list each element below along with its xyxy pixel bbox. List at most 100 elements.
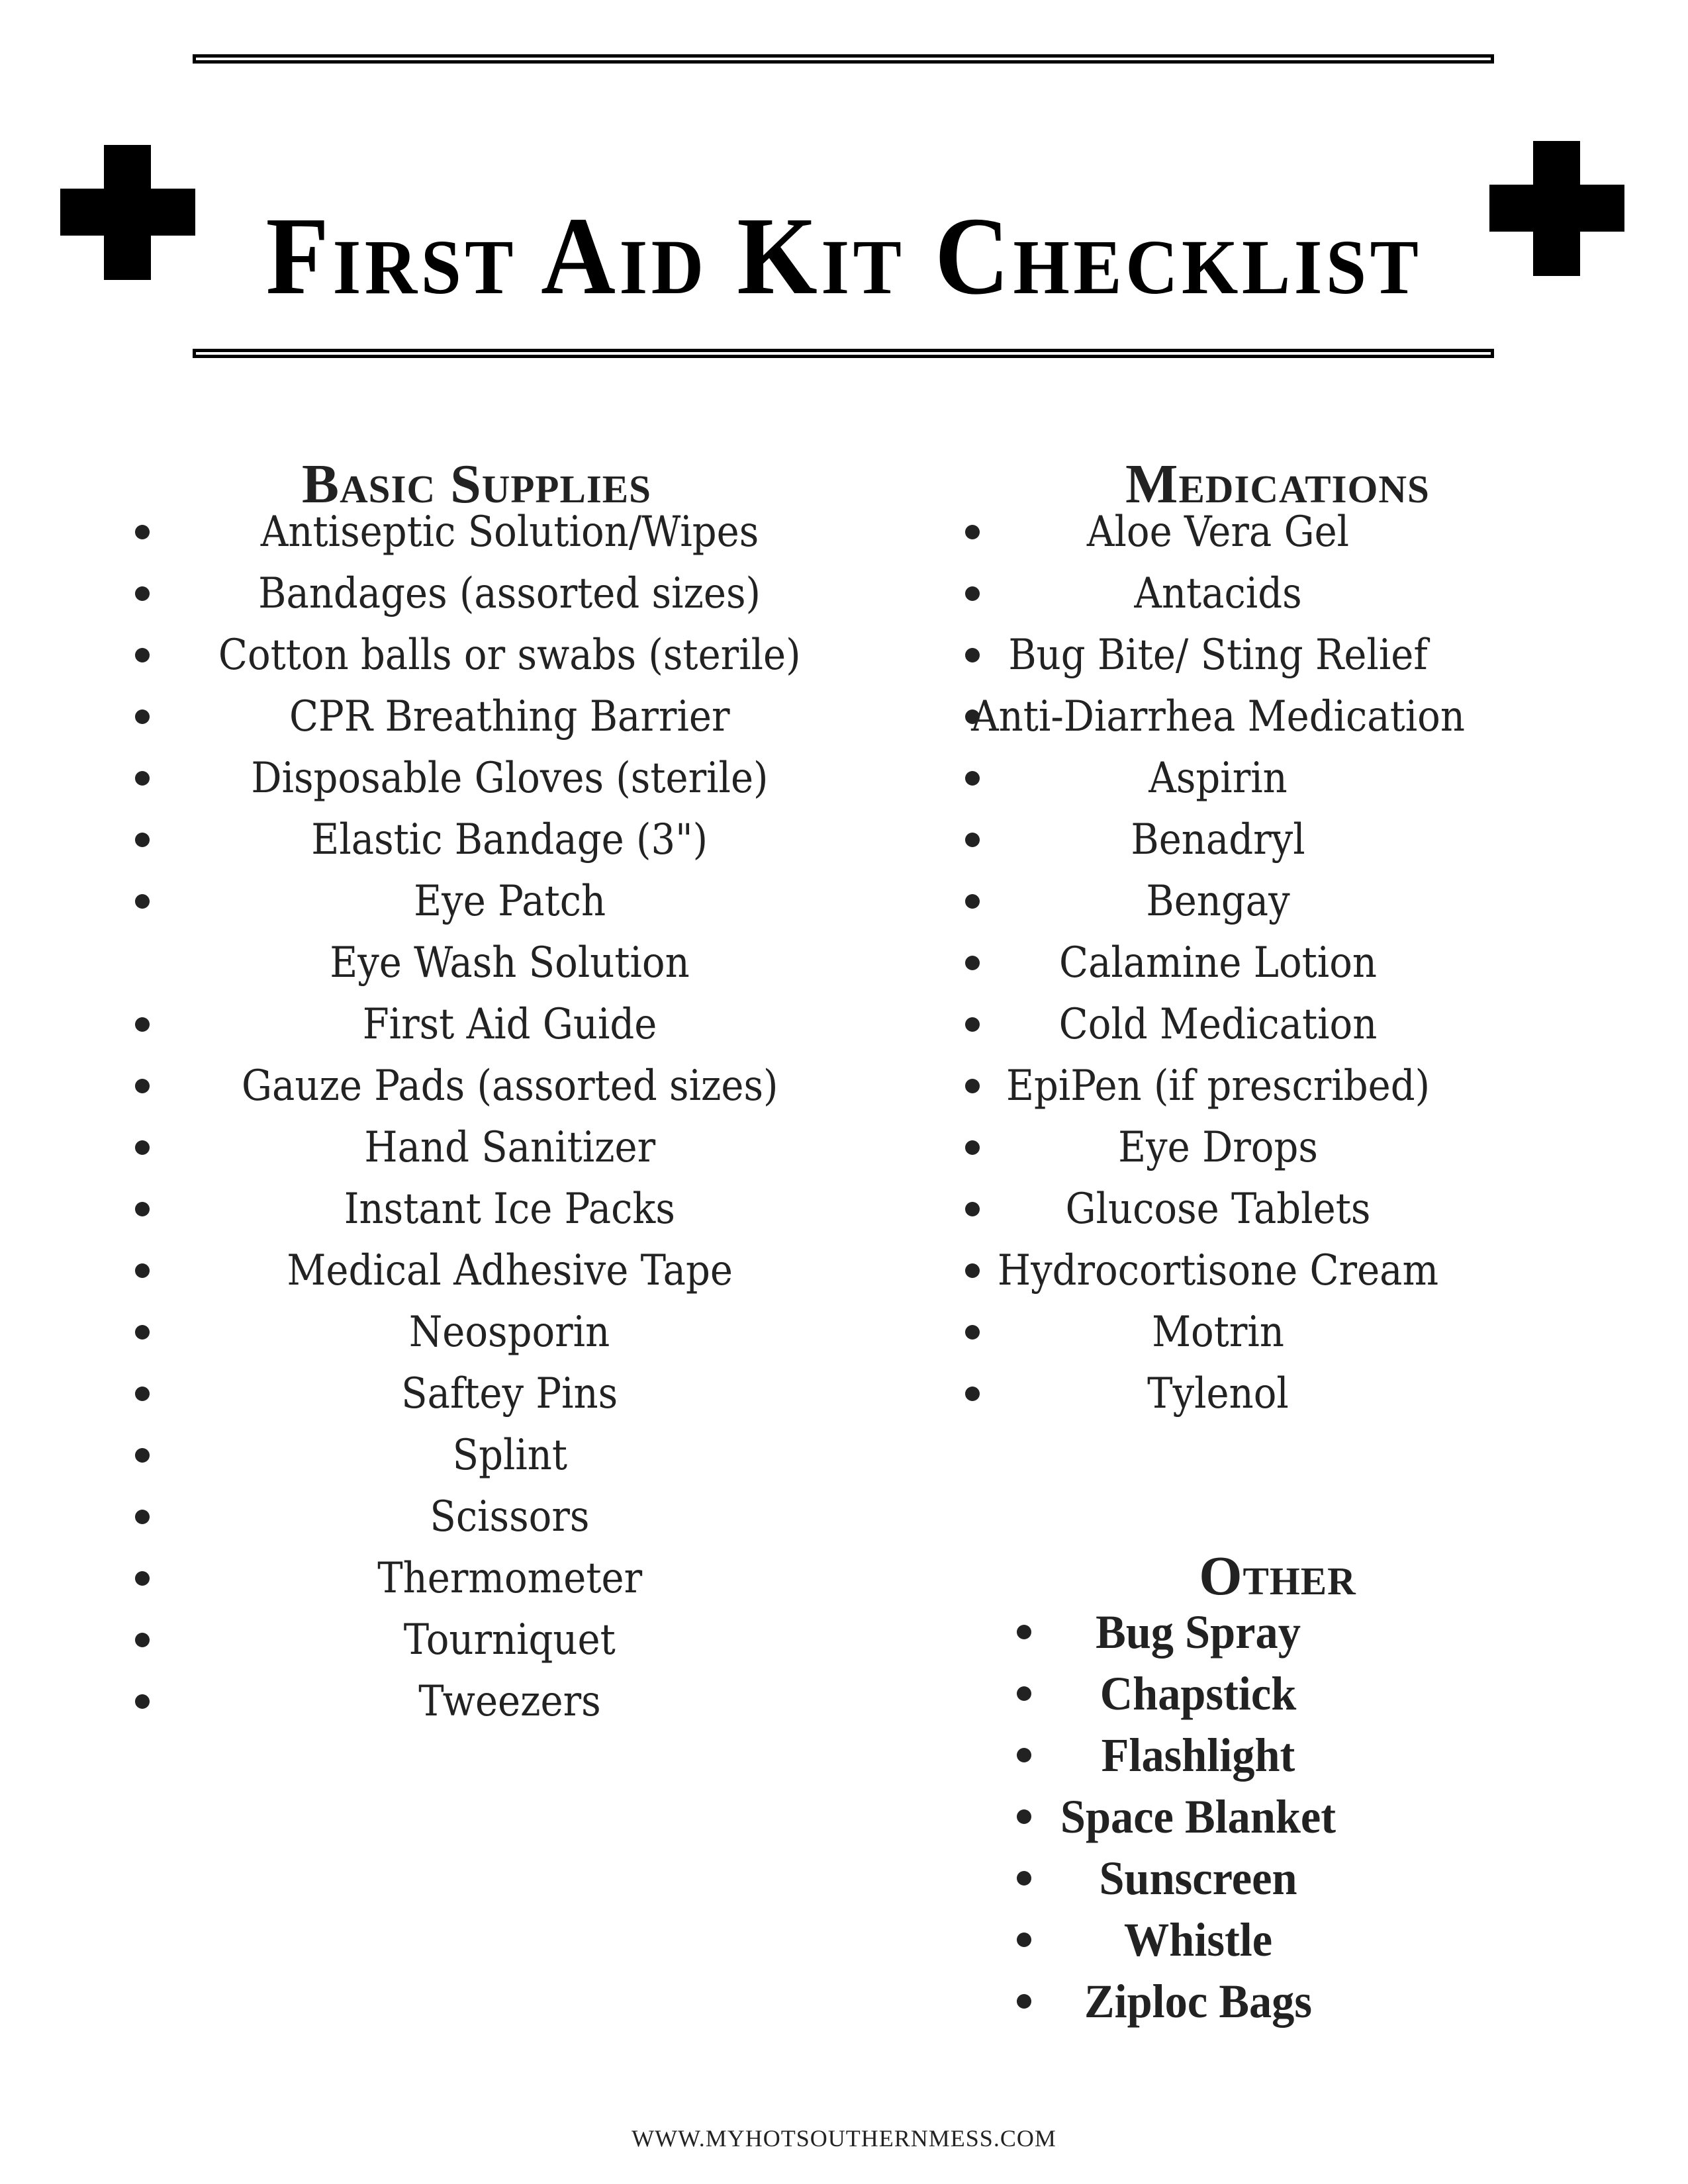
- list-item-label: Saftey Pins: [401, 1369, 618, 1418]
- bullet-icon: [135, 1571, 150, 1586]
- list-item: Calamine Lotion: [940, 933, 1688, 994]
- medications-list: Aloe Vera Gel Antacids Bug Bite/ Sting Rel…: [940, 502, 1688, 1425]
- list-item: EpiPen (if prescribed): [940, 1056, 1688, 1117]
- list-item: Sunscreen: [980, 1848, 1688, 1909]
- list-item: Whistle: [980, 1909, 1688, 1971]
- list-item-label: CPR Breathing Barrier: [289, 692, 730, 741]
- list-item-label: Eye Wash Solution: [330, 938, 690, 987]
- list-item-label: Scissors: [430, 1492, 590, 1541]
- list-item-label: Sunscreen: [1099, 1852, 1297, 1905]
- list-item: Tourniquet: [113, 1610, 907, 1671]
- bullet-icon: [135, 709, 150, 724]
- list-item-label: Gauze Pads (assorted sizes): [241, 1062, 778, 1111]
- list-item-label: Tweezers: [418, 1677, 601, 1726]
- list-item: Antacids: [940, 563, 1688, 625]
- list-item-label: Aloe Vera Gel: [1086, 508, 1350, 557]
- list-item-label: Chapstick: [1100, 1667, 1297, 1720]
- list-item-label: First Aid Guide: [362, 1000, 657, 1049]
- list-item: Tweezers: [113, 1671, 907, 1733]
- bullet-icon: [135, 1263, 150, 1278]
- list-item-label: Anti-Diarrhea Medication: [971, 692, 1465, 741]
- bullet-icon: [135, 586, 150, 601]
- list-item: Glucose Tablets: [940, 1179, 1688, 1240]
- bullet-icon: [135, 1017, 150, 1032]
- list-item-label: Glucose Tablets: [1065, 1185, 1371, 1234]
- list-item: Medical Adhesive Tape: [113, 1240, 907, 1302]
- bullet-icon: [135, 1633, 150, 1647]
- list-item-label: Calamine Lotion: [1059, 938, 1377, 987]
- list-item: Bengay: [940, 871, 1688, 933]
- list-item-label: Whistle: [1123, 1913, 1273, 1966]
- list-item-label: Antiseptic Solution/Wipes: [260, 508, 759, 557]
- list-item-label: Ziploc Bags: [1084, 1975, 1312, 2028]
- section-heading-other: Other: [1199, 1545, 1356, 1607]
- bottom-double-rule: [193, 349, 1494, 358]
- list-item-label: Neosporin: [409, 1308, 610, 1357]
- cross-icon: [60, 145, 195, 280]
- list-item: Eye Drops: [940, 1117, 1688, 1179]
- list-item: Eye Patch: [113, 871, 907, 933]
- list-item: Cotton balls or swabs (sterile): [113, 625, 907, 686]
- list-item-label: Elastic Bandage (3"): [311, 815, 708, 864]
- list-item: CPR Breathing Barrier: [113, 686, 907, 748]
- bullet-icon: [135, 771, 150, 786]
- other-list: Bug Spray Chapstick Flashlight Space Blanke…: [980, 1602, 1688, 2032]
- bullet-icon: [135, 1079, 150, 1093]
- basic-supplies-list: Antiseptic Solution/Wipes Bandages (assor…: [113, 502, 907, 1733]
- list-item: Thermometer: [113, 1548, 907, 1610]
- list-item: Tylenol: [940, 1363, 1688, 1425]
- page-title: First Aid Kit Checklist: [265, 194, 1423, 318]
- list-item: Bandages (assorted sizes): [113, 563, 907, 625]
- bullet-icon: [135, 1202, 150, 1216]
- cross-icon: [1489, 141, 1624, 276]
- list-item-label: Hydrocortisone Cream: [997, 1246, 1439, 1295]
- list-item: Saftey Pins: [113, 1363, 907, 1425]
- list-item-label: Eye Drops: [1118, 1123, 1318, 1172]
- list-item: Bug Bite/ Sting Relief: [940, 625, 1688, 686]
- list-item-label: Medical Adhesive Tape: [287, 1246, 733, 1295]
- list-item-label: Thermometer: [377, 1554, 642, 1603]
- list-item: Hand Sanitizer: [113, 1117, 907, 1179]
- list-item-label: Antacids: [1134, 569, 1302, 618]
- list-item-label: Eye Patch: [414, 877, 606, 926]
- list-item-label: Tourniquet: [404, 1615, 616, 1664]
- bullet-icon: [135, 1387, 150, 1401]
- list-item: Elastic Bandage (3"): [113, 809, 907, 871]
- bullet-icon: [135, 1694, 150, 1709]
- list-item: Hydrocortisone Cream: [940, 1240, 1688, 1302]
- list-item-label: Cotton balls or swabs (sterile): [218, 631, 801, 680]
- list-item: Neosporin: [113, 1302, 907, 1363]
- list-item-label: Motrin: [1152, 1308, 1284, 1357]
- list-item-label: Bug Spray: [1096, 1606, 1301, 1659]
- list-item-label: Bug Bite/ Sting Relief: [1008, 631, 1428, 680]
- top-double-rule: [193, 54, 1494, 64]
- list-item: Motrin: [940, 1302, 1688, 1363]
- list-item: Aloe Vera Gel: [940, 502, 1688, 563]
- list-item: Aspirin: [940, 748, 1688, 809]
- list-item: Antiseptic Solution/Wipes: [113, 502, 907, 563]
- bullet-icon: [135, 1510, 150, 1524]
- list-item-label: Hand Sanitizer: [364, 1123, 655, 1172]
- list-item-label: EpiPen (if prescribed): [1006, 1062, 1430, 1111]
- bullet-icon: [135, 525, 150, 539]
- list-item: Bug Spray: [980, 1602, 1688, 1663]
- list-item: Anti-Diarrhea Medication: [940, 686, 1688, 748]
- bullet-icon: [135, 648, 150, 662]
- list-item: Disposable Gloves (sterile): [113, 748, 907, 809]
- bullet-icon: [135, 1448, 150, 1463]
- list-item: Eye Wash Solution: [113, 933, 907, 994]
- list-item: Scissors: [113, 1486, 907, 1548]
- list-item-label: Tylenol: [1147, 1369, 1289, 1418]
- list-item-label: Splint: [452, 1431, 567, 1480]
- list-item: Instant Ice Packs: [113, 1179, 907, 1240]
- list-item-label: Bandages (assorted sizes): [258, 569, 761, 618]
- bullet-icon: [135, 1325, 150, 1340]
- list-item-label: Bengay: [1146, 877, 1290, 926]
- list-item-label: Aspirin: [1149, 754, 1288, 803]
- list-item: Chapstick: [980, 1663, 1688, 1725]
- list-item: Benadryl: [940, 809, 1688, 871]
- list-item-label: Flashlight: [1101, 1729, 1295, 1782]
- bullet-icon: [135, 894, 150, 909]
- list-item: Ziploc Bags: [980, 1971, 1688, 2032]
- bullet-icon: [135, 1140, 150, 1155]
